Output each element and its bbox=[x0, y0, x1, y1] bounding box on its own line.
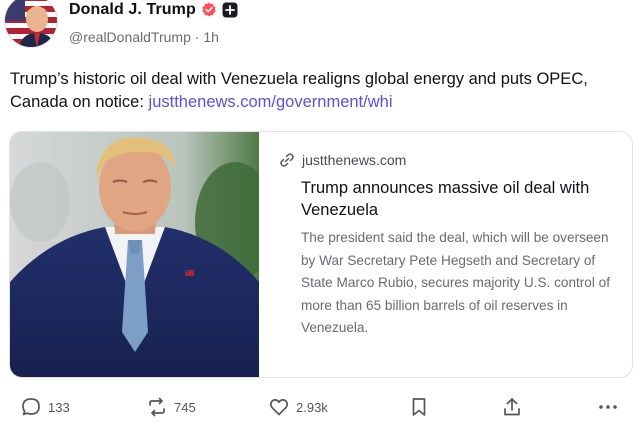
card-domain-row: justthenews.com bbox=[278, 151, 406, 169]
reply-count: 133 bbox=[48, 399, 70, 415]
verified-badge-icon bbox=[201, 2, 217, 18]
post-card: Donald J. Trump @realDonaldTrump · 1h Tr… bbox=[0, 0, 640, 427]
post-link[interactable]: justthenews.com/government/whi bbox=[149, 93, 393, 111]
card-domain: justthenews.com bbox=[302, 152, 407, 168]
share-button[interactable] bbox=[501, 396, 523, 418]
repost-icon bbox=[146, 396, 168, 418]
card-description: The president said the deal, which will … bbox=[301, 230, 610, 335]
post-text: Trump’s historic oil deal with Venezuela… bbox=[10, 68, 630, 114]
more-options-button[interactable] bbox=[596, 396, 620, 418]
card-title: Trump announces massive oil deal with Ve… bbox=[301, 179, 590, 219]
meta-separator: · bbox=[194, 29, 200, 45]
action-bar: 133 745 2.93k bbox=[0, 396, 640, 426]
card-image bbox=[10, 132, 259, 377]
plus-badge-icon bbox=[222, 2, 238, 18]
handle-row: @realDonaldTrump · 1h bbox=[69, 29, 219, 45]
author-name-row: Donald J. Trump bbox=[69, 1, 238, 19]
share-icon bbox=[501, 396, 523, 418]
display-name[interactable]: Donald J. Trump bbox=[69, 1, 196, 19]
heart-icon bbox=[268, 396, 290, 418]
avatar[interactable] bbox=[4, 0, 58, 48]
repost-button[interactable]: 745 bbox=[146, 396, 196, 418]
link-icon bbox=[278, 151, 296, 169]
bookmark-button[interactable] bbox=[409, 396, 429, 418]
post-time[interactable]: 1h bbox=[203, 29, 219, 45]
author-handle[interactable]: @realDonaldTrump bbox=[69, 29, 191, 45]
like-button[interactable]: 2.93k bbox=[268, 396, 328, 418]
more-icon bbox=[596, 396, 620, 418]
reply-button[interactable]: 133 bbox=[20, 396, 70, 418]
reply-icon bbox=[20, 396, 42, 418]
repost-count: 745 bbox=[174, 399, 196, 415]
link-preview-card[interactable]: justthenews.com Trump announces massive … bbox=[9, 131, 633, 378]
bookmark-icon bbox=[409, 396, 429, 418]
like-count: 2.93k bbox=[296, 399, 328, 415]
